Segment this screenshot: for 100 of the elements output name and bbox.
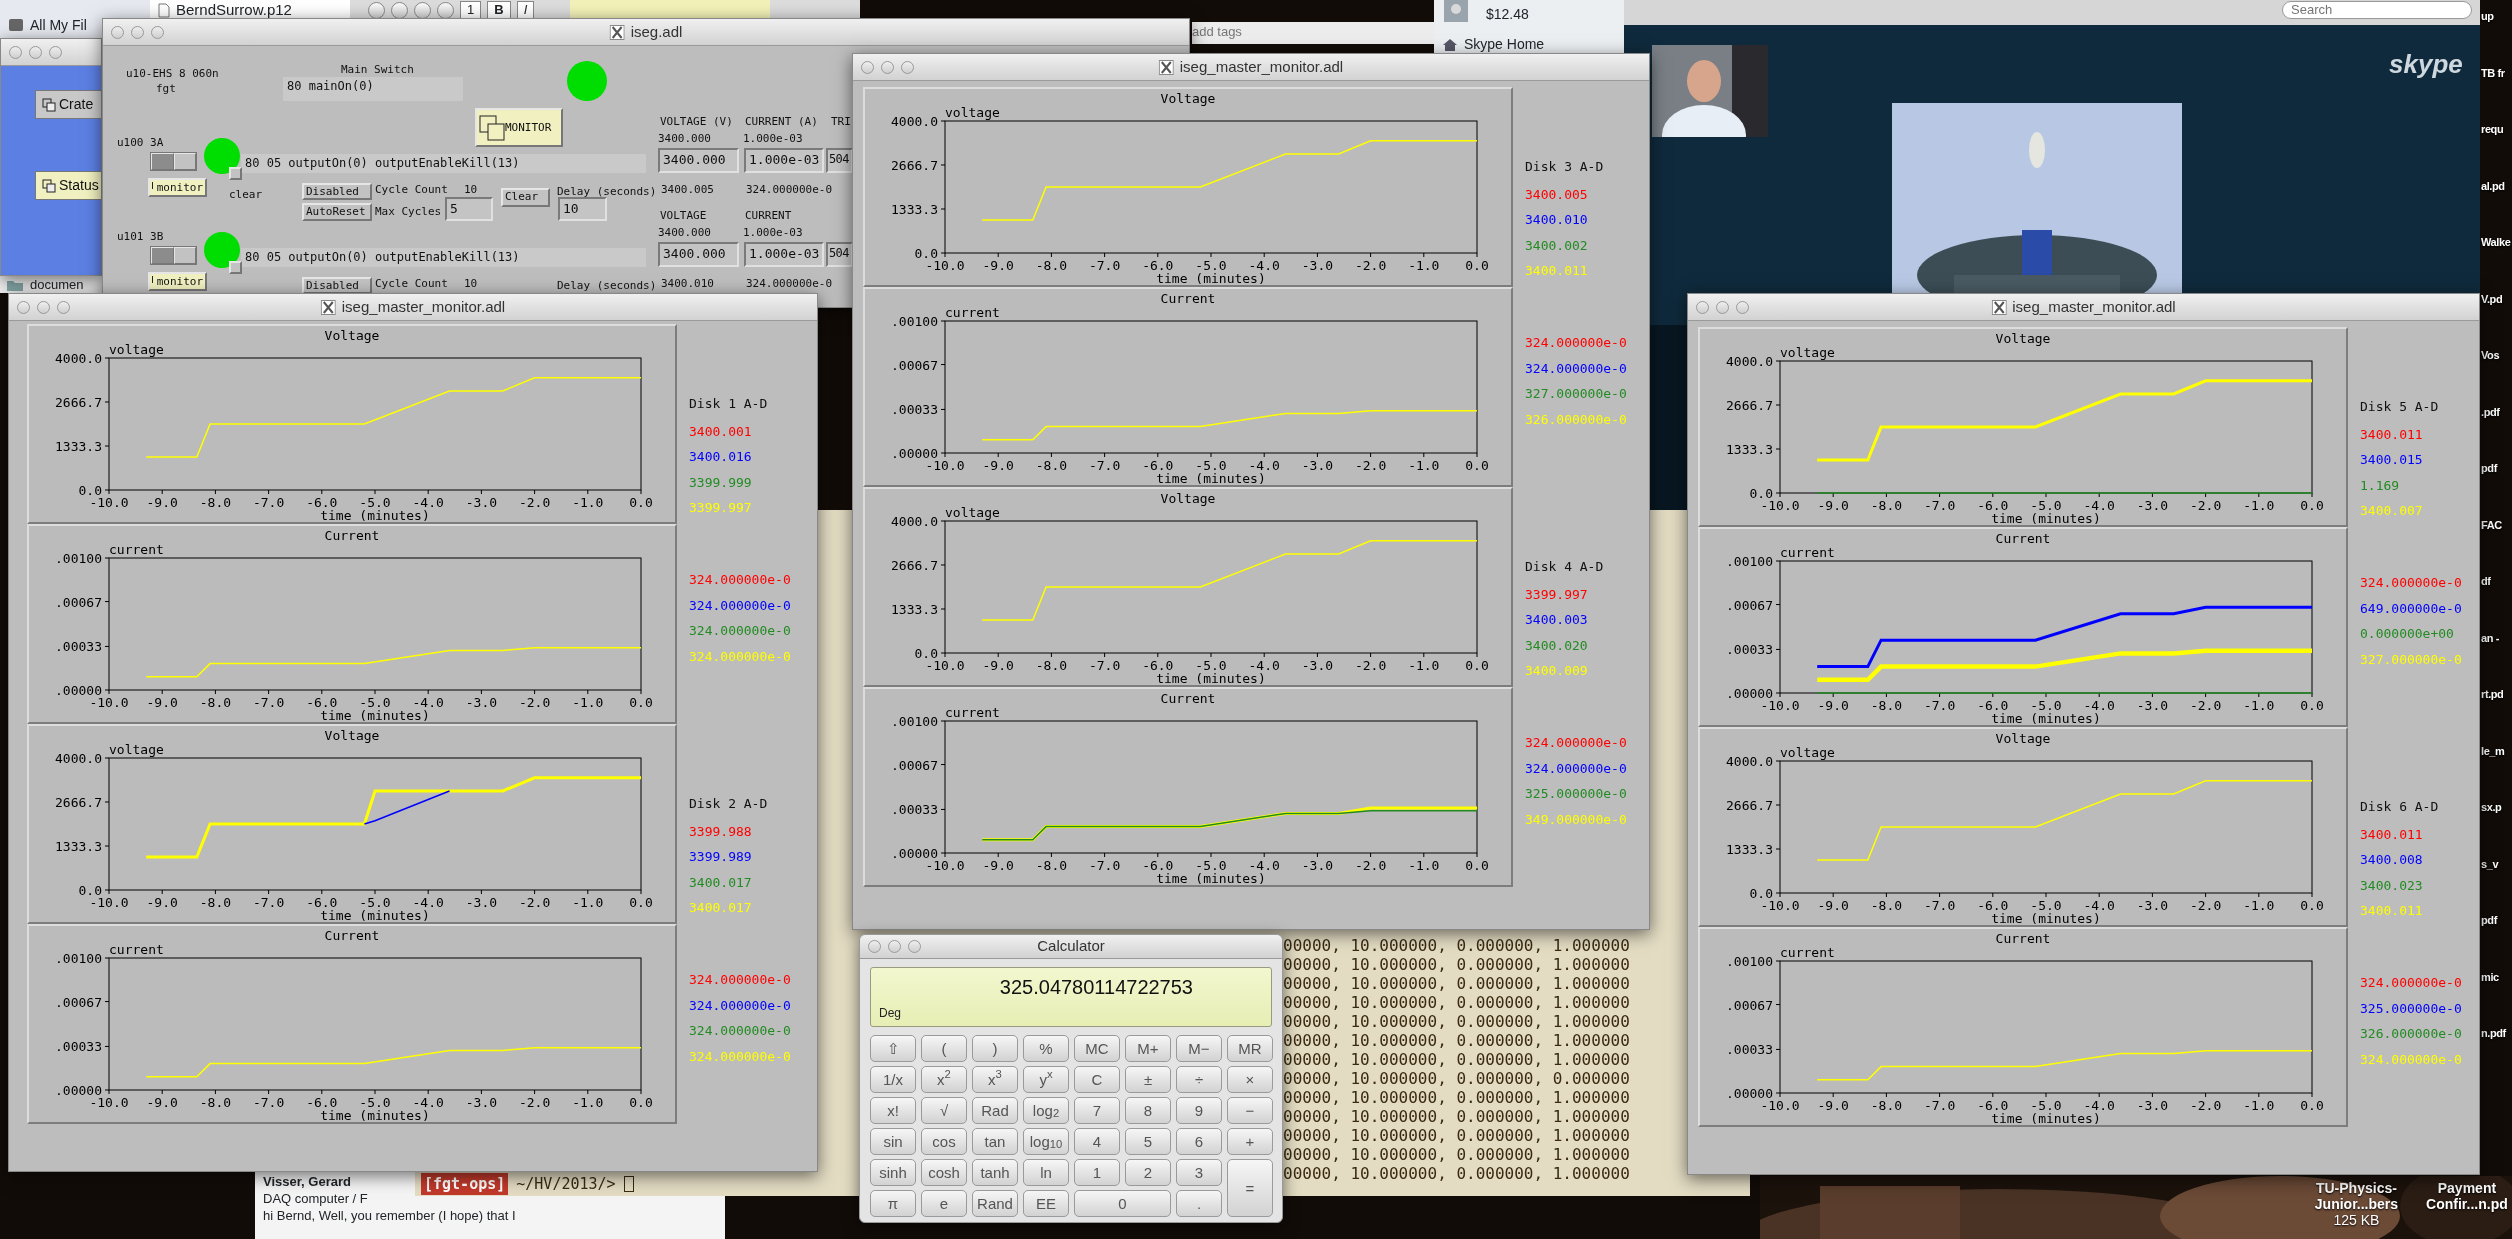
tick-label: -4.0 (412, 695, 444, 710)
tick-label: -10.0 (89, 695, 129, 710)
column-header: CURRENT (A) (745, 114, 818, 130)
tick-label: -4.0 (1248, 458, 1280, 473)
tick-label: -5.0 (359, 895, 391, 910)
tick-label: 0.0 (2300, 698, 2324, 713)
tick-label: 2666.7 (55, 795, 102, 810)
tick-label: -2.0 (2189, 1098, 2222, 1113)
reading-value: 3399.999 (689, 473, 753, 492)
channel-label: u100 3A (117, 135, 164, 151)
field-label: Cycle Count (375, 276, 448, 292)
readback-value: 3400.005 (661, 182, 714, 198)
tick-label: 4000.0 (55, 751, 102, 766)
tick-label: -2.0 (2189, 898, 2222, 913)
tick-label: -5.0 (359, 695, 391, 710)
chart-title: Current (1160, 291, 1216, 306)
tick-label: .00033 (891, 402, 938, 418)
tick-label: -9.0 (982, 858, 1014, 873)
tick-label: -7.0 (252, 495, 285, 510)
tick-label: -8.0 (1035, 458, 1068, 473)
tick-label: -7.0 (1923, 898, 1956, 913)
reading-value: 3400.023 (2360, 876, 2424, 895)
reading-value: 3400.010 (1525, 211, 1589, 229)
tick-label: .00033 (55, 639, 102, 655)
tick-label: -1.0 (1408, 658, 1440, 673)
tick-label: -5.0 (1195, 458, 1227, 473)
tick-label: -2.0 (2189, 698, 2222, 713)
tick-label: -5.0 (2030, 1098, 2062, 1113)
tick-label: -5.0 (1195, 658, 1227, 673)
tick-label: 0.0 (1465, 258, 1489, 273)
tick-label: -6.0 (1142, 458, 1174, 473)
reading-value: 3399.988 (689, 822, 753, 841)
tick-label: -7.0 (252, 895, 285, 910)
axis-title: current (109, 942, 164, 957)
reading-value: 327.000000e-0 (1525, 385, 1628, 403)
chart-title: Voltage (324, 328, 380, 343)
readback-value: 324.000000e-0 (746, 276, 833, 292)
tick-label: -8.0 (1870, 1098, 1903, 1113)
axis-title: current (945, 305, 1000, 320)
tick-label: -4.0 (412, 895, 444, 910)
tick-label: -2.0 (1354, 858, 1387, 873)
reading-value: 649.000000e-0 (2360, 599, 2463, 618)
tick-label: .00100 (55, 951, 102, 966)
tick-label: -3.0 (2136, 698, 2169, 713)
tick-label: 0.0 (1465, 858, 1489, 873)
readback-value: 324.000000e-0 (746, 182, 833, 198)
reading-value: 324.000000e-0 (1525, 334, 1628, 352)
reading-value: 324.000000e-0 (689, 571, 792, 589)
tick-label: -3.0 (1301, 258, 1334, 273)
reading-value: 324.000000e-0 (689, 971, 792, 989)
tick-label: -2.0 (518, 1095, 551, 1110)
column-header: VOLTAGE (660, 208, 707, 224)
reading-value: 324.000000e-0 (689, 1047, 792, 1066)
axis-title: current (1780, 945, 1835, 960)
reading-value: 3400.020 (1525, 636, 1589, 655)
tick-label: -6.0 (1977, 1098, 2009, 1113)
axis-title: voltage (109, 742, 164, 757)
reading-value: 3400.016 (689, 448, 753, 466)
reading-value: 325.000000e-0 (2360, 999, 2463, 1018)
tick-label: 0.0 (914, 646, 938, 661)
tick-label: -5.0 (2030, 898, 2062, 913)
terminal-line: 00000, 10.000000, 0.000000, 1.000000 (1283, 1107, 1630, 1126)
axis-title: current (945, 705, 1000, 720)
legend-title: Disk 4 A-D (1525, 558, 1605, 576)
tick-label: -1.0 (2243, 698, 2275, 713)
axis-title: voltage (945, 105, 1000, 120)
axis-title: time (minutes) (1991, 911, 2101, 925)
tick-label: -10.0 (925, 458, 965, 473)
tick-label: .00000 (1726, 1086, 1773, 1101)
tick-label: -10.0 (89, 895, 129, 910)
chart-title: Current (1995, 931, 2051, 946)
tick-label: 0.0 (1465, 658, 1489, 673)
chart-title: Voltage (1995, 731, 2051, 746)
tick-label: 2666.7 (55, 395, 102, 410)
chart-title: Current (324, 928, 380, 943)
tick-label: -9.0 (982, 258, 1014, 273)
axis-title: time (minutes) (320, 508, 430, 522)
tick-label: .00000 (55, 1083, 102, 1098)
axis-title: time (minutes) (1156, 271, 1266, 285)
reading-value: 326.000000e-0 (2360, 1025, 2463, 1043)
legend-title: Disk 6 A-D (2360, 798, 2440, 816)
reading-value: 3400.001 (689, 422, 753, 441)
tick-label: -1.0 (1408, 258, 1440, 273)
terminal-line: 00000, 10.000000, 0.000000, 1.000000 (1283, 974, 1630, 993)
tick-label: -9.0 (1817, 898, 1849, 913)
tick-label: 0.0 (914, 246, 938, 261)
tick-label: 2666.7 (891, 158, 938, 173)
tick-label: -1.0 (1408, 458, 1440, 473)
tick-label: -5.0 (359, 1095, 391, 1110)
tick-label: -1.0 (572, 895, 604, 910)
terminal-line: 00000, 10.000000, 0.000000, 1.000000 (1283, 1164, 1630, 1183)
tick-label: -10.0 (89, 495, 129, 510)
tick-label: -5.0 (2030, 698, 2062, 713)
tick-label: 2666.7 (891, 558, 938, 573)
terminal-line: 00000, 10.000000, 0.000000, 1.000000 (1283, 993, 1630, 1012)
tick-label: 0.0 (629, 495, 653, 510)
tick-label: -8.0 (199, 1095, 232, 1110)
tick-label: 0.0 (629, 695, 653, 710)
terminal-line: 00000, 10.000000, 0.000000, 1.000000 (1283, 1145, 1630, 1164)
tick-label: -7.0 (252, 695, 285, 710)
